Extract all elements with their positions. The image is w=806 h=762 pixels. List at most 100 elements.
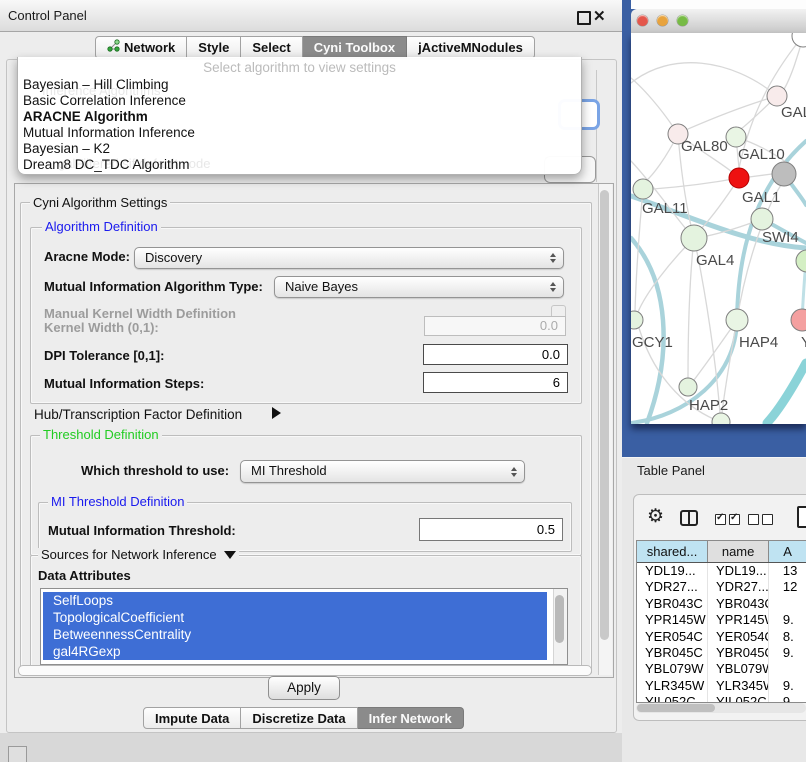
tab-style[interactable]: Style bbox=[187, 36, 241, 59]
attribute-item[interactable]: BetweennessCentrality bbox=[43, 626, 547, 643]
network-window-titlebar[interactable] bbox=[631, 9, 806, 34]
table-cell: YER054C bbox=[708, 629, 769, 645]
columns-icon[interactable] bbox=[680, 510, 698, 526]
network-node[interactable] bbox=[681, 225, 707, 251]
mi-type-combo[interactable]: Naive Bayes bbox=[274, 276, 564, 298]
close-icon[interactable]: ✕ bbox=[593, 7, 606, 25]
node-attribute-table[interactable]: shared...nameA YDL19...YDL19...13YDR27..… bbox=[636, 540, 806, 703]
select-all-checkboxes-icon[interactable] bbox=[715, 512, 743, 530]
algorithm-option[interactable]: ARACNE Algorithm bbox=[18, 109, 581, 125]
tab-impute-data[interactable]: Impute Data bbox=[143, 707, 241, 729]
table-cell: YBL079W bbox=[708, 661, 769, 677]
algorithm-definition-title: Algorithm Definition bbox=[42, 220, 161, 234]
table-column-header[interactable]: shared... bbox=[637, 541, 708, 562]
vertical-scrollbar[interactable] bbox=[598, 184, 612, 675]
table-row[interactable]: YLR345WYLR345W9. bbox=[637, 678, 806, 694]
dpi-tolerance-field[interactable]: 0.0 bbox=[423, 344, 568, 365]
apply-button[interactable]: Apply bbox=[268, 676, 340, 700]
network-node[interactable] bbox=[712, 413, 730, 424]
table-cell: YDL19... bbox=[637, 563, 708, 579]
combo-arrows-icon bbox=[550, 282, 556, 292]
data-attributes-list[interactable]: SelfLoopsTopologicalCoefficientBetweenne… bbox=[40, 588, 568, 665]
scrollbar-thumb[interactable] bbox=[18, 665, 592, 676]
screen: Control Panel ✕ Network Style Select Cyn… bbox=[0, 0, 806, 762]
network-node[interactable] bbox=[679, 378, 697, 396]
table-column-header[interactable]: A bbox=[769, 541, 806, 562]
network-node[interactable] bbox=[796, 250, 806, 272]
node-label: HAP4 bbox=[739, 334, 778, 351]
close-traffic-light[interactable] bbox=[637, 15, 648, 26]
scrollbar-thumb[interactable] bbox=[555, 595, 564, 643]
algorithm-option[interactable]: Bayesian – K2 bbox=[18, 141, 581, 157]
network-node[interactable] bbox=[729, 168, 749, 188]
algorithm-dropdown-list[interactable]: Select algorithm to view settings Bayesi… bbox=[17, 57, 582, 175]
network-edge[interactable] bbox=[631, 63, 777, 96]
minimize-traffic-light[interactable] bbox=[657, 15, 668, 26]
float-window-icon[interactable] bbox=[577, 11, 591, 25]
scrollbar-thumb[interactable] bbox=[637, 704, 715, 712]
table-row[interactable]: YBR043CYBR043C bbox=[637, 596, 806, 612]
algorithm-option[interactable]: Basic Correlation Inference bbox=[18, 93, 581, 109]
collapse-arrow-icon[interactable] bbox=[224, 551, 236, 559]
attribute-item[interactable]: gal4RGexp bbox=[43, 643, 547, 660]
tab-jactivemnodules[interactable]: jActiveMNodules bbox=[407, 36, 535, 59]
table-horizontal-scrollbar[interactable] bbox=[636, 703, 806, 713]
attribute-item[interactable]: SelfLoops bbox=[43, 592, 547, 609]
table-cell: YIL052C bbox=[708, 694, 769, 703]
algorithm-option[interactable]: Mutual Information Inference bbox=[18, 125, 581, 141]
table-row[interactable]: YDR27...YDR27...12 bbox=[637, 579, 806, 595]
expand-arrow-icon[interactable] bbox=[272, 407, 281, 419]
gear-icon[interactable]: ⚙ bbox=[647, 505, 664, 528]
algorithm-option[interactable]: Dream8 DC_TDC Algorithm bbox=[18, 157, 581, 173]
network-edge[interactable] bbox=[749, 174, 772, 177]
tab-select[interactable]: Select bbox=[241, 36, 302, 59]
deselect-all-checkboxes-icon[interactable] bbox=[748, 512, 776, 530]
table-row[interactable]: YPR145WYPR145W9. bbox=[637, 612, 806, 628]
table-row[interactable]: YBR045CYBR045C9. bbox=[637, 645, 806, 661]
network-edge[interactable] bbox=[631, 78, 678, 134]
tab-cyni-toolbox[interactable]: Cyni Toolbox bbox=[303, 36, 407, 59]
mi-steps-field[interactable]: 6 bbox=[423, 372, 568, 393]
mi-threshold-definition-title: MI Threshold Definition bbox=[48, 495, 187, 509]
scrollbar-thumb[interactable] bbox=[600, 190, 609, 640]
network-node[interactable] bbox=[726, 309, 748, 331]
node-label: GAL10 bbox=[738, 146, 785, 163]
algorithm-option[interactable]: Bayesian – Hill Climbing bbox=[18, 77, 581, 93]
network-edge[interactable] bbox=[653, 178, 739, 189]
table-row[interactable]: YDL19...YDL19...13 bbox=[637, 563, 806, 579]
network-edge[interactable] bbox=[638, 238, 694, 312]
mi-threshold-field[interactable]: 0.5 bbox=[419, 518, 563, 541]
network-node[interactable] bbox=[631, 311, 643, 329]
network-node[interactable] bbox=[792, 33, 806, 47]
tab-network[interactable]: Network bbox=[95, 36, 187, 59]
which-threshold-combo[interactable]: MI Threshold bbox=[240, 460, 525, 483]
network-edge[interactable] bbox=[688, 96, 777, 129]
network-node[interactable] bbox=[772, 162, 796, 186]
horizontal-scrollbar[interactable] bbox=[16, 664, 594, 675]
zoom-traffic-light[interactable] bbox=[677, 15, 688, 26]
tab-discretize-data[interactable]: Discretize Data bbox=[241, 707, 357, 729]
document-icon[interactable] bbox=[797, 506, 806, 528]
table-row[interactable]: YBL079WYBL079W bbox=[637, 661, 806, 677]
aracne-mode-combo[interactable]: Discovery bbox=[134, 247, 564, 269]
tab-label: Impute Data bbox=[155, 708, 229, 729]
list-scrollbar[interactable] bbox=[553, 589, 567, 664]
network-edge[interactable] bbox=[631, 238, 664, 423]
tab-label: Cyni Toolbox bbox=[314, 37, 395, 58]
network-node[interactable] bbox=[726, 127, 746, 147]
window-grip[interactable] bbox=[8, 746, 27, 762]
network-node[interactable] bbox=[751, 208, 773, 230]
network-node[interactable] bbox=[633, 179, 653, 199]
kernel-width-field[interactable]: 0.0 bbox=[424, 316, 566, 336]
control-panel-window: Control Panel ✕ Network Style Select Cyn… bbox=[0, 0, 622, 733]
table-row[interactable]: YIL052CYIL052C9 bbox=[637, 694, 806, 703]
attribute-item[interactable]: TopologicalCoefficient bbox=[43, 609, 547, 626]
network-canvas[interactable]: GAL7GAL80GAL10GAL1GAL11SWI4GAL4GCY1HAP4Y… bbox=[631, 33, 806, 424]
network-edge[interactable] bbox=[688, 238, 694, 379]
tab-infer-network[interactable]: Infer Network bbox=[358, 707, 464, 729]
table-column-header[interactable]: name bbox=[708, 541, 769, 562]
network-node[interactable] bbox=[791, 309, 806, 331]
network-edge[interactable] bbox=[767, 363, 806, 423]
network-node[interactable] bbox=[767, 86, 787, 106]
table-row[interactable]: YER054CYER054C8. bbox=[637, 629, 806, 645]
